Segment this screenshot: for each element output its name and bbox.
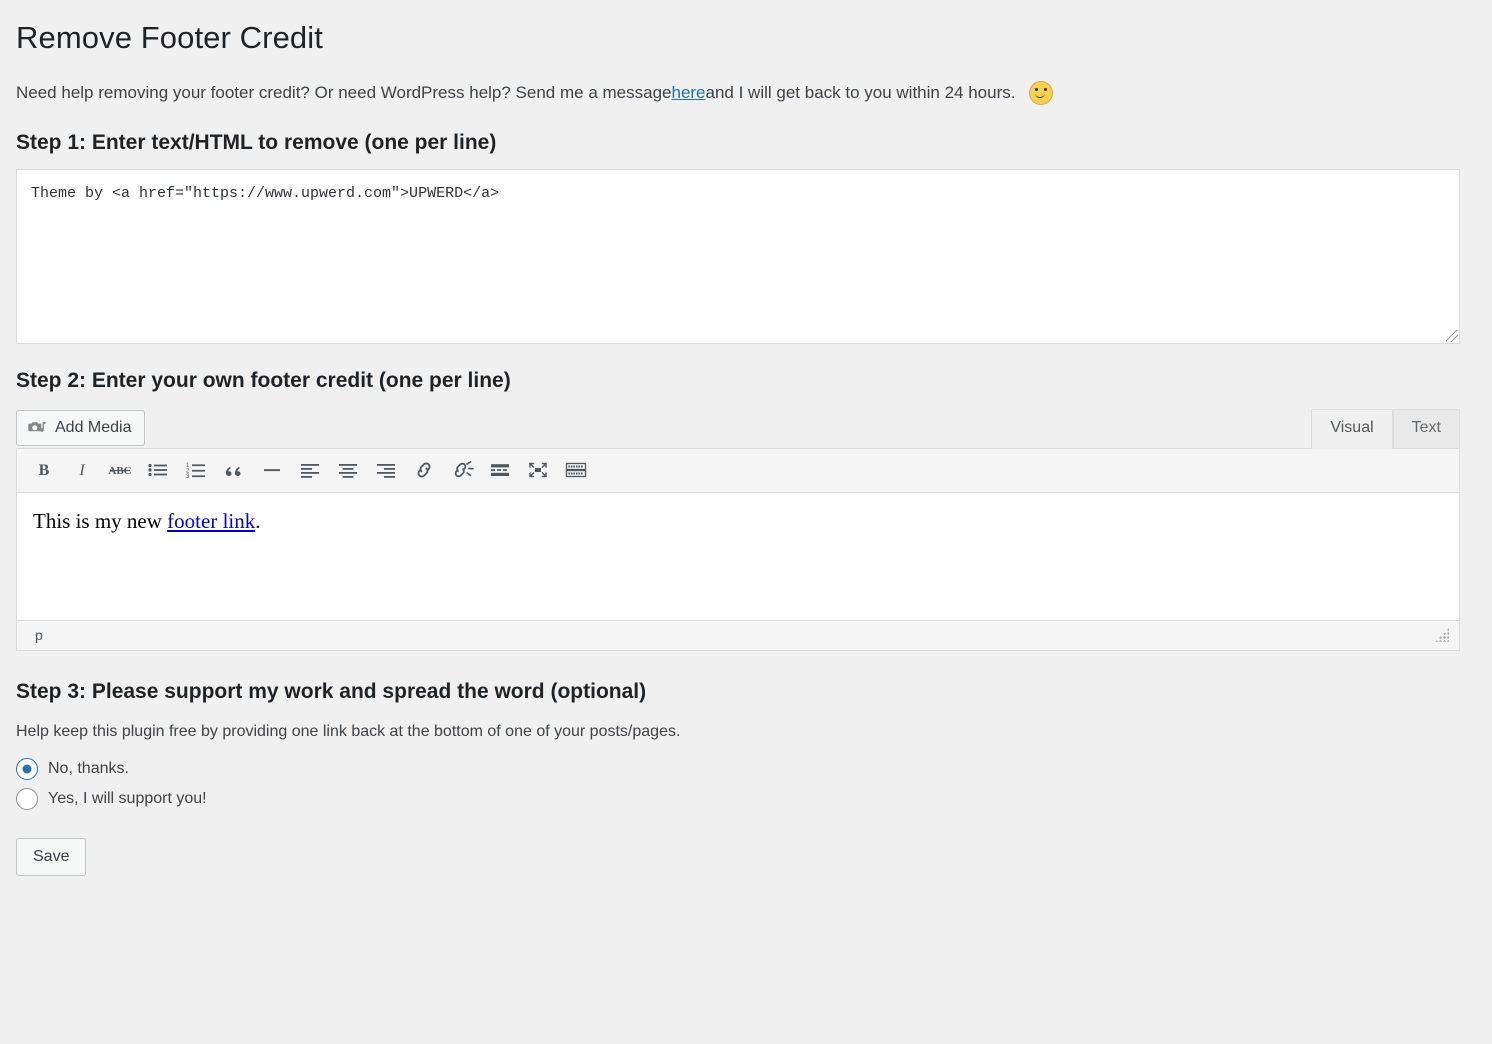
- svg-text:3: 3: [186, 474, 190, 480]
- svg-text:I: I: [78, 462, 85, 479]
- remove-text-textarea[interactable]: [16, 169, 1460, 345]
- page-title: Remove Footer Credit: [16, 20, 323, 55]
- slightly-smiling-face-icon: [1029, 81, 1054, 106]
- intro-paragraph: Need help removing your footer credit? O…: [16, 80, 1476, 106]
- radio-yes-support[interactable]: [16, 787, 38, 810]
- support-option-yes[interactable]: Yes, I will support you!: [16, 787, 1476, 810]
- contact-here-link[interactable]: here: [671, 80, 705, 106]
- svg-text:B: B: [39, 462, 50, 479]
- media-camera-music-icon: [27, 418, 47, 438]
- tab-visual[interactable]: Visual: [1311, 408, 1393, 449]
- editor-top-bar: Add Media Visual Text: [16, 408, 1460, 449]
- editor-element-path: p: [35, 627, 43, 644]
- intro-text-after-link: and I will get back to you within 24 hou…: [705, 83, 1016, 103]
- horizontal-rule-icon[interactable]: [253, 453, 291, 487]
- toolbar-toggle-icon[interactable]: [557, 453, 595, 487]
- editor-resize-grip-icon[interactable]: [1435, 628, 1449, 643]
- editor-text-before-link: This is my new: [33, 508, 168, 533]
- radio-no-thanks[interactable]: [16, 757, 38, 780]
- step3-help-text: Help keep this plugin free by providing …: [16, 722, 681, 740]
- strikethrough-icon[interactable]: ABC: [101, 453, 139, 487]
- editor-mode-tabs: Visual Text: [1311, 408, 1460, 449]
- numbered-list-icon[interactable]: 1 2 3: [177, 453, 215, 487]
- admin-page: Remove Footer Credit Need help removing …: [0, 0, 1492, 876]
- remove-link-icon[interactable]: [443, 453, 481, 487]
- radio-yes-support-label[interactable]: Yes, I will support you!: [48, 789, 207, 810]
- add-media-label: Add Media: [55, 418, 132, 436]
- step1-heading: Step 1: Enter text/HTML to remove (one p…: [16, 130, 497, 154]
- add-media-button[interactable]: Add Media: [16, 409, 145, 446]
- insert-link-icon[interactable]: [405, 453, 443, 487]
- intro-text-before-link: Need help removing your footer credit? O…: [16, 83, 672, 103]
- align-center-icon[interactable]: [329, 453, 367, 487]
- editor-toolbar: B I ABC 1 2 3: [16, 447, 1460, 493]
- wp-editor: Add Media Visual Text B I ABC 1 2 3 This…: [16, 408, 1460, 651]
- bold-icon[interactable]: B: [25, 453, 63, 487]
- step2-heading: Step 2: Enter your own footer credit (on…: [16, 369, 511, 393]
- footer-link-anchor[interactable]: footer link: [167, 509, 255, 533]
- align-left-icon[interactable]: [291, 453, 329, 487]
- fullscreen-icon[interactable]: [519, 453, 557, 487]
- radio-no-thanks-label[interactable]: No, thanks.: [48, 759, 129, 780]
- step3-heading: Step 3: Please support my work and sprea…: [16, 679, 647, 703]
- step1-textarea-container: [16, 169, 1460, 345]
- read-more-icon[interactable]: [481, 453, 519, 487]
- blockquote-icon[interactable]: [215, 453, 253, 487]
- bulleted-list-icon[interactable]: [139, 453, 177, 487]
- italic-icon[interactable]: I: [63, 453, 101, 487]
- save-button[interactable]: Save: [16, 837, 87, 876]
- tab-text[interactable]: Text: [1392, 408, 1460, 448]
- align-right-icon[interactable]: [367, 453, 405, 487]
- editor-status-bar: p: [16, 620, 1460, 651]
- support-option-no[interactable]: No, thanks.: [16, 757, 1476, 780]
- editor-content-area[interactable]: This is my new footer link.: [16, 492, 1460, 621]
- editor-text-after-link: .: [255, 508, 261, 533]
